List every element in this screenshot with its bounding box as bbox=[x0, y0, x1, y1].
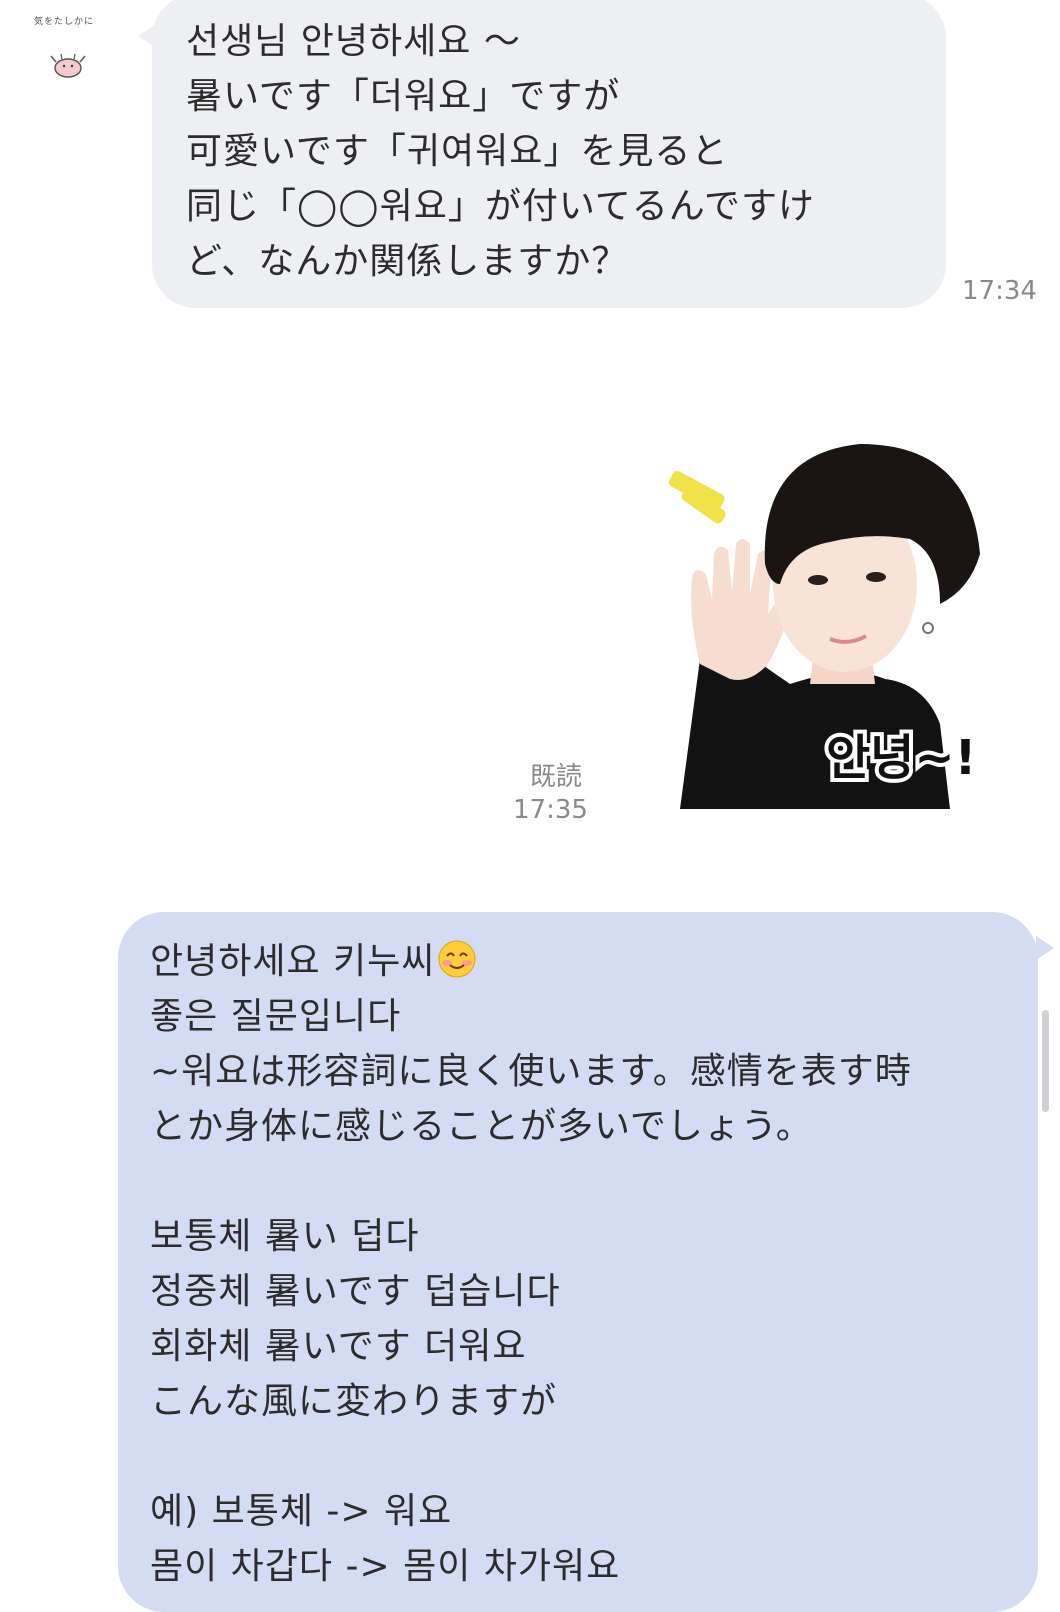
message-line: 좋은 질문입니다 bbox=[150, 996, 402, 1037]
incoming-message-text: 선생님 안녕하세요 〜 暑いです「더워요」ですが 可愛いです「귀여워요」を見ると… bbox=[186, 14, 926, 289]
message-line: 보통체 暑い 덥다 bbox=[150, 1216, 420, 1257]
svg-text:안녕~!: 안녕~! bbox=[826, 730, 976, 786]
message-line: とか身体に感じることが多いでしょう。 bbox=[150, 1106, 813, 1147]
read-receipt: 既読 bbox=[530, 762, 583, 792]
avatar-caption: 気をたしかに bbox=[34, 17, 95, 27]
bubble-tail bbox=[138, 24, 156, 48]
crab-icon bbox=[50, 53, 86, 78]
incoming-timestamp: 17:34 bbox=[962, 276, 1037, 306]
outgoing-message-text: 안녕하세요 키누씨 좋은 질문입니다 ~워요は形容詞に良く使います。感情を表す時… bbox=[150, 934, 1018, 1594]
smiling-face-icon bbox=[438, 940, 476, 978]
sticker-caption: 안녕~! 안녕~! bbox=[822, 726, 980, 790]
message-line: 暑いです「더워요」ですが bbox=[186, 76, 621, 117]
message-line: 몸이 차갑다 -> 몸이 차가워요 bbox=[150, 1546, 621, 1587]
message-line: 회화체 暑いです 더워요 bbox=[150, 1326, 527, 1367]
message-line: 예) 보통체 -> 워요 bbox=[150, 1491, 453, 1532]
incoming-message-bubble[interactable]: 선생님 안녕하세요 〜 暑いです「더워요」ですが 可愛いです「귀여워요」を見ると… bbox=[138, 0, 946, 308]
sparkle-icon bbox=[668, 471, 726, 524]
message-line: 안녕하세요 키누씨 bbox=[150, 934, 1018, 989]
scrollbar-thumb[interactable] bbox=[1042, 1010, 1049, 1112]
message-line: ど、なんか関係しますか？ bbox=[186, 241, 629, 282]
message-line: ~워요は形容詞に良く使います。感情を表す時 bbox=[150, 1051, 912, 1092]
message-line: 可愛いです「귀여워요」を見ると bbox=[186, 131, 729, 172]
sender-avatar[interactable]: 気をたしかに bbox=[30, 12, 110, 88]
outgoing-message-bubble[interactable]: 안녕하세요 키누씨 좋은 질문입니다 ~워요は形容詞に良く使います。感情を表す時… bbox=[118, 912, 1054, 1612]
message-line: 선생님 안녕하세요 〜 bbox=[186, 21, 521, 62]
sticker-timestamp: 17:35 bbox=[513, 795, 588, 825]
message-line: 同じ「◯◯워요」が付いてるんですけ bbox=[186, 186, 815, 227]
message-line: 정중체 暑いです 덥습니다 bbox=[150, 1271, 561, 1312]
sticker-message[interactable]: 안녕~! 안녕~! bbox=[640, 414, 1010, 809]
message-line: こんな風に変わりますが bbox=[150, 1381, 558, 1422]
bubble-tail bbox=[1036, 936, 1054, 960]
